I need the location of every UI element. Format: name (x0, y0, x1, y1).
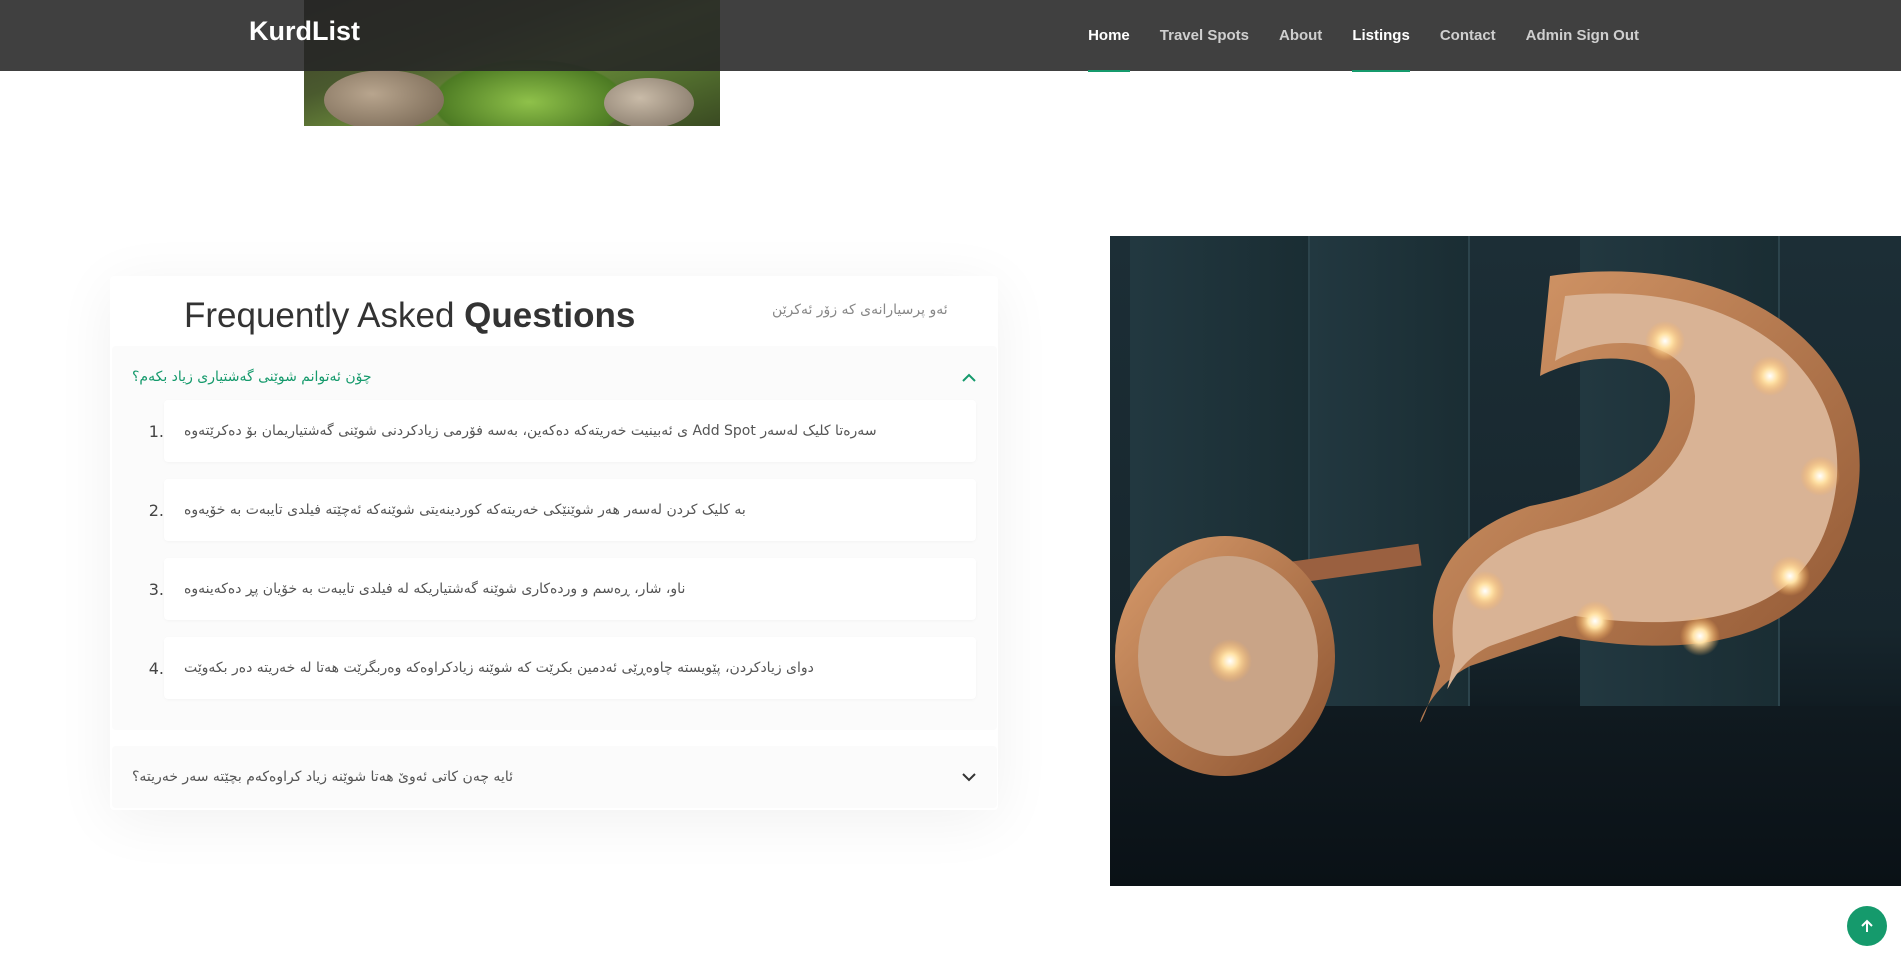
chevron-down-icon[interactable] (961, 769, 977, 785)
step-text: ناو، شار، ڕەسم و وردەکاری شوێنە گەشتیاری… (184, 581, 686, 597)
faq-question-1: چۆن ئەتوانم شوێنی گەشتیاری زیاد بکەم؟ (132, 369, 372, 385)
faq-step: 3. ناو، شار، ڕەسم و وردەکاری شوێنە گەشتی… (149, 558, 976, 620)
step-text: بە کلیک کردن لەسەر هەر شوێنێکی خەریتەکە … (184, 502, 746, 518)
faq-question-1-header[interactable]: چۆن ئەتوانم شوێنی گەشتیاری زیاد بکەم؟ (132, 346, 977, 408)
nav-links: Home Travel Spots About Listings Contact… (1088, 0, 1639, 72)
brand-logo[interactable]: KurdList (249, 16, 360, 47)
step-text: ی ئەبینیت خەریتەکە دەکەین، بەسە فۆرمی زی… (184, 423, 877, 439)
chevron-up-icon[interactable] (961, 369, 977, 385)
navbar: KurdList Home Travel Spots About Listing… (0, 0, 1901, 72)
faq-question-2: ئایە چەن کاتی ئەوێ هەتا شوێنە زیاد کراوە… (132, 769, 514, 785)
faq-title-light: Frequently Asked (184, 296, 455, 335)
faq-item-2: ئایە چەن کاتی ئەوێ هەتا شوێنە زیاد کراوە… (112, 746, 997, 808)
faq-question-2-header[interactable]: ئایە چەن کاتی ئەوێ هەتا شوێنە زیاد کراوە… (132, 746, 977, 808)
nav-travel-spots[interactable]: Travel Spots (1160, 0, 1249, 71)
back-to-top-button[interactable] (1847, 906, 1887, 946)
step-number: 2. (148, 500, 164, 520)
nav-listings[interactable]: Listings (1352, 0, 1410, 72)
nav-about[interactable]: About (1279, 0, 1322, 71)
faq-subtitle: ئەو پرسیارانەی کە زۆر ئەکرێن (772, 302, 948, 318)
step-number: 1. (148, 421, 164, 441)
faq-step: 4. دوای زیادکردن، پێویستە چاوەڕێی ئەدمین… (149, 637, 976, 699)
faq-title-bold: Questions (464, 296, 636, 335)
step-number: 3. (148, 579, 164, 599)
nav-admin-sign-out[interactable]: Admin Sign Out (1526, 0, 1639, 71)
nav-contact[interactable]: Contact (1440, 0, 1496, 71)
faq-step: 2. بە کلیک کردن لەسەر هەر شوێنێکی خەریتە… (149, 479, 976, 541)
step-number: 4. (148, 658, 164, 678)
faq-step: 1. ی ئەبینیت خەریتەکە دەکەین، بەسە فۆرمی… (149, 400, 976, 462)
faq-title: Frequently Asked Questions (184, 296, 635, 336)
step-text: دوای زیادکردن، پێویستە چاوەڕێی ئەدمین بک… (184, 660, 814, 676)
question-mark-photo (1110, 236, 1901, 886)
nav-home[interactable]: Home (1088, 0, 1130, 72)
arrow-up-icon (1861, 919, 1873, 932)
